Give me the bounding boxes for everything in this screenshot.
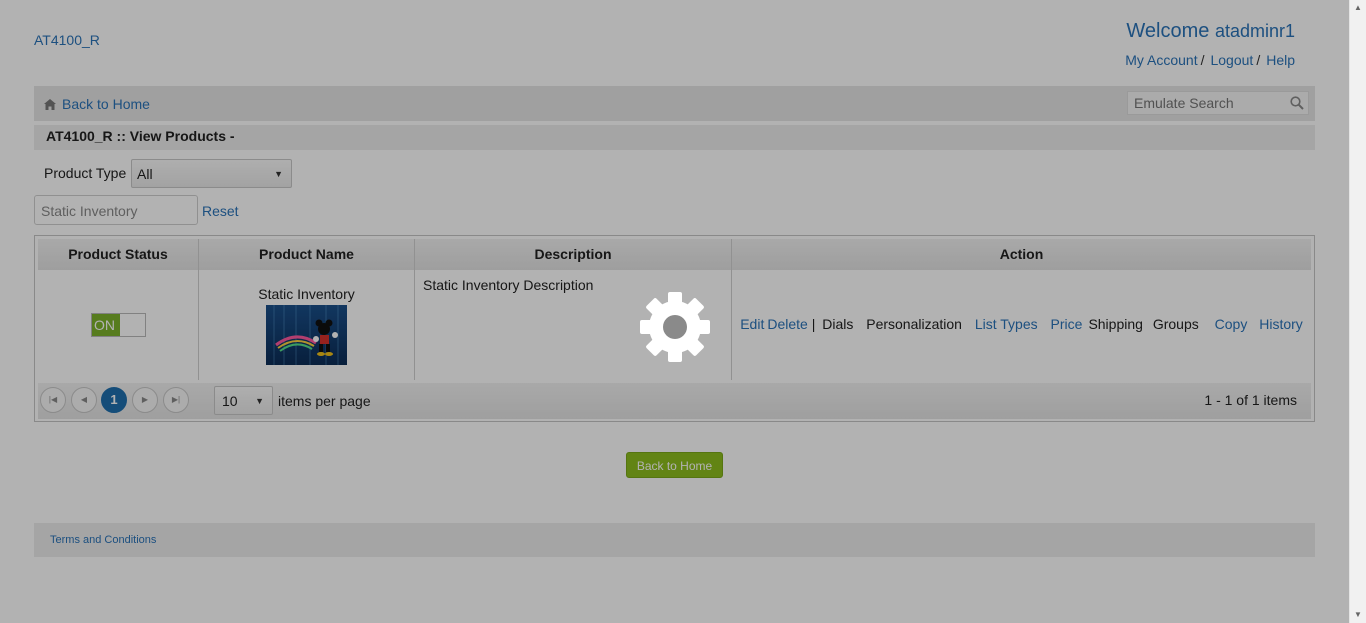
scroll-down-icon[interactable]: ▼ (1350, 607, 1366, 623)
vertical-scrollbar[interactable]: ▲ ▼ (1349, 0, 1366, 623)
page: AT4100_R Welcome atadminr1 My Account / Lo… (0, 0, 1349, 623)
scroll-up-icon[interactable]: ▲ (1350, 0, 1366, 16)
loading-overlay (0, 0, 1349, 623)
gear-icon (640, 292, 710, 362)
